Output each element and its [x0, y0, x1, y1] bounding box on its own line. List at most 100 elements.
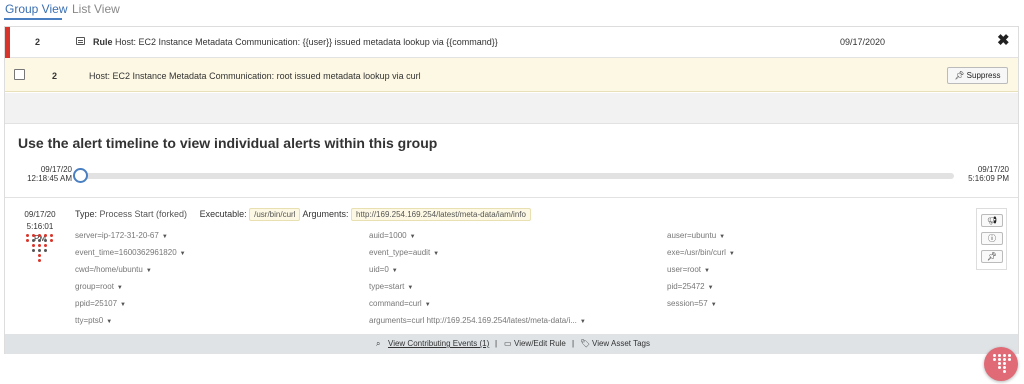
pin-icon[interactable]: 📌︎ — [981, 250, 1003, 263]
logo-dot — [1008, 354, 1011, 357]
logo-dot — [998, 358, 1001, 361]
alert-count: 2 — [52, 71, 58, 81]
view-asset-tags-link[interactable]: View Asset Tags — [592, 339, 650, 348]
megaphone-icon[interactable]: 📢︎ — [981, 214, 1003, 227]
caret-down-icon: ▼ — [407, 285, 414, 291]
logo-dot — [993, 358, 996, 361]
field-text: command=curl — [369, 299, 422, 308]
rule-date: 09/17/2020 — [840, 37, 886, 47]
field-uid[interactable]: uid=0 ▼ — [369, 265, 398, 274]
arguments-label: Arguments: — [302, 209, 349, 219]
timeline-track[interactable] — [80, 173, 954, 179]
logo-dot — [38, 239, 41, 242]
type-label: Type: — [75, 209, 98, 219]
tab-list-view[interactable]: List View — [72, 2, 120, 16]
logo-dot — [44, 239, 47, 242]
logo-dot — [38, 234, 41, 237]
caret-down-icon: ▼ — [179, 251, 186, 257]
field-text: arguments=curl http://169.254.169.254/la… — [369, 316, 577, 325]
comment-icon — [76, 37, 85, 45]
field-arguments[interactable]: arguments=curl http://169.254.169.254/la… — [369, 316, 586, 325]
field-text: user=root — [667, 265, 702, 274]
field-text: exe=/usr/bin/curl — [667, 248, 726, 257]
caret-down-icon: ▼ — [710, 302, 717, 308]
close-icon[interactable]: ✖ — [997, 31, 1010, 51]
caret-down-icon: ▼ — [719, 234, 726, 240]
field-text: type=start — [369, 282, 405, 291]
timeline-slider-handle[interactable] — [73, 168, 88, 183]
timeline-title: Use the alert timeline to view individua… — [18, 135, 438, 151]
field-event-type[interactable]: event_type=audit ▼ — [369, 248, 439, 257]
logo-dot — [998, 354, 1001, 357]
field-session[interactable]: session=57 ▼ — [667, 299, 717, 308]
rule-row[interactable]: 2 Rule Host: EC2 Instance Metadata Commu… — [5, 27, 1018, 58]
field-auid[interactable]: auid=1000 ▼ — [369, 231, 416, 240]
logo-dot — [32, 249, 35, 252]
field-text: pid=25472 — [667, 282, 705, 291]
alert-text: Host: EC2 Instance Metadata Communicatio… — [89, 71, 421, 81]
executable-value: /usr/bin/curl — [249, 208, 301, 221]
field-text: event_type=audit — [369, 248, 431, 257]
pin-icon: 📌︎ — [954, 71, 965, 80]
field-event-time[interactable]: event_time=1600362961820 ▼ — [75, 248, 186, 257]
active-tab-underline — [4, 18, 62, 20]
caret-down-icon: ▼ — [391, 268, 398, 274]
field-cwd[interactable]: cwd=/home/ubuntu ▼ — [75, 265, 152, 274]
logo-dot — [50, 234, 53, 237]
logo-dot — [38, 259, 41, 262]
separator: | — [572, 339, 575, 348]
caret-down-icon: ▼ — [707, 285, 714, 291]
arguments-value: http://169.254.169.254/latest/meta-data/… — [351, 208, 531, 221]
logo-dot — [44, 234, 47, 237]
logo-dot — [38, 254, 41, 257]
rule-description: Host: EC2 Instance Metadata Communicatio… — [115, 37, 498, 47]
caret-down-icon: ▼ — [704, 268, 710, 274]
caret-down-icon: ▼ — [145, 268, 152, 274]
suppress-button[interactable]: 📌︎ Suppress — [947, 67, 1008, 84]
field-text: auid=1000 — [369, 231, 407, 240]
alert-group-panel: 2 Rule Host: EC2 Instance Metadata Commu… — [4, 26, 1019, 354]
field-text: ppid=25107 — [75, 299, 118, 308]
caret-down-icon: ▼ — [728, 251, 735, 257]
caret-down-icon: ▼ — [116, 285, 123, 291]
view-edit-rule-link[interactable]: View/Edit Rule — [514, 339, 566, 348]
alert-checkbox[interactable] — [14, 69, 25, 80]
logo-dot — [1003, 362, 1006, 365]
timeline-start: 09/17/20 12:18:45 AM — [22, 165, 72, 183]
field-ppid[interactable]: ppid=25107 ▼ — [75, 299, 126, 308]
logo-dot — [1008, 358, 1011, 361]
info-icon[interactable]: ⓘ — [981, 232, 1003, 245]
suppress-label: Suppress — [966, 71, 1001, 80]
field-text: group=root — [75, 282, 114, 291]
logo-dot — [1003, 354, 1006, 357]
search-icon: ⌕ — [376, 339, 381, 348]
tab-group-view[interactable]: Group View — [5, 2, 67, 16]
field-type[interactable]: type=start ▼ — [369, 282, 413, 291]
caret-down-icon: ▼ — [120, 302, 126, 308]
logo-dot — [38, 249, 41, 252]
field-group[interactable]: group=root ▼ — [75, 282, 123, 291]
field-exe[interactable]: exe=/usr/bin/curl ▼ — [667, 248, 735, 257]
footer-bar: ⌕ View Contributing Events (1) | ▭ View/… — [5, 334, 1018, 354]
timeline-end: 09/17/20 5:16:09 PM — [959, 165, 1009, 183]
alert-row[interactable]: 2 Host: EC2 Instance Metadata Communicat… — [5, 58, 1018, 92]
caret-down-icon: ▼ — [424, 302, 431, 308]
event-date: 09/17/20 — [24, 210, 56, 219]
field-text: session=57 — [667, 299, 708, 308]
separator: | — [495, 339, 498, 348]
field-auser[interactable]: auser=ubuntu ▼ — [667, 231, 725, 240]
field-server[interactable]: server=ip-172-31-20-67 ▼ — [75, 231, 168, 240]
event-actions: 📢︎ ⓘ 📌︎ — [976, 208, 1007, 270]
caret-down-icon: ▼ — [106, 319, 113, 325]
logo-dot — [32, 239, 35, 242]
logo-dot — [32, 234, 35, 237]
field-pid[interactable]: pid=25472 ▼ — [667, 282, 714, 291]
field-tty[interactable]: tty=pts0 ▼ — [75, 316, 112, 325]
field-command[interactable]: command=curl ▼ — [369, 299, 431, 308]
logo-dot — [998, 366, 1001, 369]
timeline-start-date: 09/17/20 — [40, 165, 72, 174]
caret-down-icon: ▼ — [579, 319, 586, 325]
view-contributing-events-link[interactable]: View Contributing Events (1) — [388, 339, 489, 348]
brand-logo-button[interactable] — [984, 347, 1018, 381]
field-user[interactable]: user=root ▼ — [667, 265, 710, 274]
